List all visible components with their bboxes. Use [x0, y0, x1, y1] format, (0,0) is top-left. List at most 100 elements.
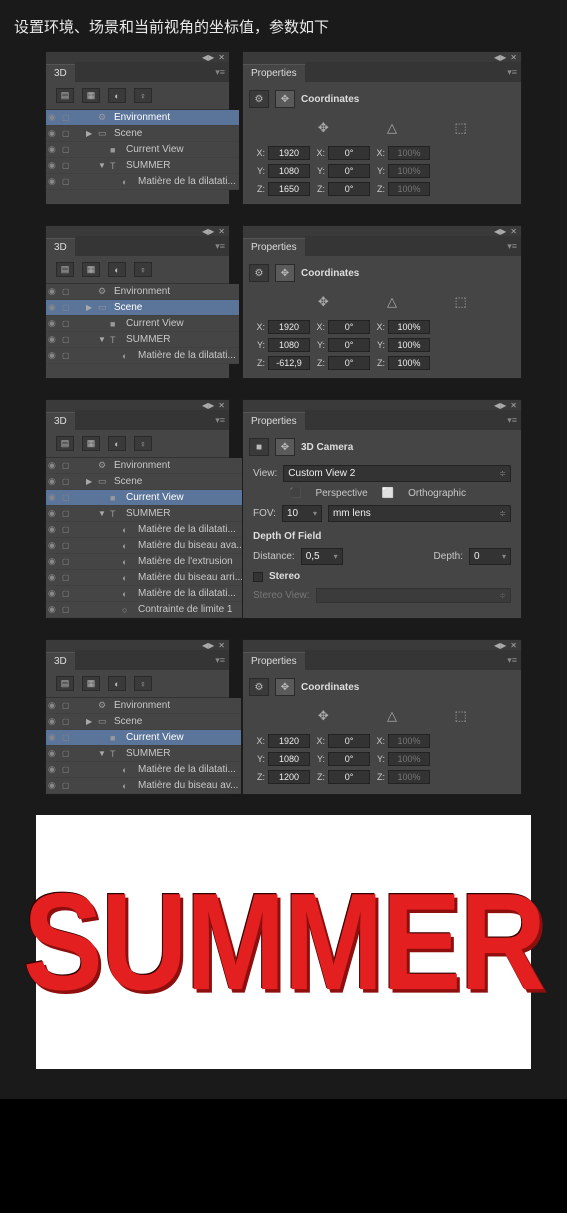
- close-icon[interactable]: ✕: [510, 401, 517, 410]
- filter-scene-btn[interactable]: ▤: [56, 262, 74, 277]
- rotation-field[interactable]: 0°: [328, 752, 370, 766]
- mesh-mode-btn[interactable]: ⚙: [249, 90, 269, 108]
- filter-material-btn[interactable]: ◐: [108, 676, 126, 691]
- camera-mode-btn[interactable]: ■: [249, 438, 269, 456]
- caret-icon[interactable]: ▶: [86, 717, 94, 726]
- rotation-field[interactable]: 0°: [328, 734, 370, 748]
- perspective-icon[interactable]: ⬛: [289, 488, 301, 499]
- visibility-icon[interactable]: ◉: [48, 540, 58, 551]
- caret-icon[interactable]: ▼: [98, 161, 106, 170]
- caret-icon[interactable]: ▶: [86, 477, 94, 486]
- target-icon[interactable]: ▢: [62, 749, 72, 758]
- rotation-field[interactable]: 0°: [328, 320, 370, 334]
- target-icon[interactable]: ▢: [62, 335, 72, 344]
- panel-menu[interactable]: ▾≡: [75, 62, 229, 82]
- filter-material-btn[interactable]: ◐: [108, 262, 126, 277]
- visibility-icon[interactable]: ◉: [48, 318, 58, 329]
- target-icon[interactable]: ▢: [62, 541, 72, 550]
- tree-item[interactable]: ◉ ▢ ▼ T SUMMER: [46, 332, 239, 348]
- filter-mesh-btn[interactable]: ▦: [82, 676, 100, 691]
- close-icon[interactable]: ✕: [218, 227, 225, 236]
- target-icon[interactable]: ▢: [62, 287, 72, 296]
- visibility-icon[interactable]: ◉: [48, 604, 58, 615]
- scale-field[interactable]: 100%: [388, 320, 430, 334]
- visibility-icon[interactable]: ◉: [48, 350, 58, 361]
- close-icon[interactable]: ✕: [510, 641, 517, 650]
- visibility-icon[interactable]: ◉: [48, 572, 58, 583]
- target-icon[interactable]: ▢: [62, 557, 72, 566]
- target-icon[interactable]: ▢: [62, 129, 72, 138]
- filter-light-btn[interactable]: ♀: [134, 88, 152, 103]
- target-icon[interactable]: ▢: [62, 477, 72, 486]
- target-icon[interactable]: ▢: [62, 161, 72, 170]
- stereo-checkbox[interactable]: [253, 572, 263, 582]
- scale-field[interactable]: 100%: [388, 338, 430, 352]
- tree-item[interactable]: ◉ ▢ ◐ Matière du biseau arri...: [46, 570, 248, 586]
- filter-scene-btn[interactable]: ▤: [56, 676, 74, 691]
- lens-select[interactable]: mm lens≑: [328, 505, 511, 522]
- target-icon[interactable]: ▢: [62, 145, 72, 154]
- visibility-icon[interactable]: ◉: [48, 780, 58, 791]
- panel-menu[interactable]: ▾≡: [75, 410, 229, 430]
- scale-icon[interactable]: ⬚: [449, 118, 473, 138]
- caret-icon[interactable]: ▼: [98, 335, 106, 344]
- collapse-icon[interactable]: ◀▶: [494, 53, 506, 62]
- tree-item[interactable]: ◉ ▢ ▶ ▭ Scene: [46, 126, 239, 142]
- tree-item[interactable]: ◉ ▢ ■ Current View: [46, 316, 239, 332]
- fov-field[interactable]: 10▾: [282, 505, 322, 522]
- caret-icon[interactable]: ▼: [98, 509, 106, 518]
- panel-menu[interactable]: ▾≡: [305, 62, 521, 82]
- visibility-icon[interactable]: ◉: [48, 112, 58, 123]
- move-icon[interactable]: ✥: [311, 118, 335, 138]
- tree-item[interactable]: ◉ ▢ ◐ Matière de la dilatati...: [46, 762, 241, 778]
- visibility-icon[interactable]: ◉: [48, 732, 58, 743]
- filter-material-btn[interactable]: ◐: [108, 436, 126, 451]
- scale-field[interactable]: 100%: [388, 356, 430, 370]
- panel-tab[interactable]: Properties: [243, 238, 305, 256]
- panel-tab[interactable]: Properties: [243, 652, 305, 670]
- target-icon[interactable]: ▢: [62, 573, 72, 582]
- tree-item[interactable]: ◉ ▢ ◐ Matière du biseau ava...: [46, 538, 248, 554]
- tree-item[interactable]: ◉ ▢ ■ Current View: [46, 730, 241, 746]
- orthographic-icon[interactable]: ⬜: [382, 488, 394, 499]
- target-icon[interactable]: ▢: [62, 351, 72, 360]
- collapse-icon[interactable]: ◀▶: [202, 401, 214, 410]
- panel-tab[interactable]: 3D: [46, 64, 75, 82]
- target-icon[interactable]: ▢: [62, 717, 72, 726]
- rotation-field[interactable]: 0°: [328, 164, 370, 178]
- target-icon[interactable]: ▢: [62, 701, 72, 710]
- panel-tab[interactable]: 3D: [46, 652, 75, 670]
- target-icon[interactable]: ▢: [62, 319, 72, 328]
- panel-menu[interactable]: ▾≡: [75, 650, 229, 670]
- position-field[interactable]: 1650: [268, 182, 310, 196]
- collapse-icon[interactable]: ◀▶: [494, 641, 506, 650]
- target-icon[interactable]: ▢: [62, 509, 72, 518]
- target-icon[interactable]: ▢: [62, 781, 72, 790]
- rotate-icon[interactable]: △: [380, 292, 404, 312]
- coord-mode-btn[interactable]: ✥: [275, 678, 295, 696]
- panel-menu[interactable]: ▾≡: [305, 236, 521, 256]
- visibility-icon[interactable]: ◉: [48, 588, 58, 599]
- mesh-mode-btn[interactable]: ⚙: [249, 678, 269, 696]
- view-select[interactable]: Custom View 2≑: [283, 465, 511, 482]
- rotation-field[interactable]: 0°: [328, 182, 370, 196]
- tree-item[interactable]: ◉ ▢ ⚙ Environment: [46, 458, 248, 474]
- visibility-icon[interactable]: ◉: [48, 460, 58, 471]
- rotate-icon[interactable]: △: [380, 118, 404, 138]
- tree-item[interactable]: ◉ ▢ ◐ Matière de la dilatati...: [46, 586, 248, 602]
- visibility-icon[interactable]: ◉: [48, 700, 58, 711]
- position-field[interactable]: 1920: [268, 734, 310, 748]
- position-field[interactable]: 1920: [268, 320, 310, 334]
- position-field[interactable]: -612,9: [268, 356, 310, 370]
- tree-item[interactable]: ◉ ▢ ◐ Matière du biseau av...: [46, 778, 241, 794]
- move-icon[interactable]: ✥: [311, 706, 335, 726]
- target-icon[interactable]: ▢: [62, 303, 72, 312]
- coord-mode-btn[interactable]: ✥: [275, 90, 295, 108]
- close-icon[interactable]: ✕: [510, 53, 517, 62]
- tree-item[interactable]: ◉ ▢ ▶ ▭ Scene: [46, 300, 239, 316]
- rotation-field[interactable]: 0°: [328, 770, 370, 784]
- perspective-label[interactable]: Perspective: [315, 488, 367, 499]
- visibility-icon[interactable]: ◉: [48, 508, 58, 519]
- panel-tab[interactable]: Properties: [243, 412, 305, 430]
- tree-item[interactable]: ◉ ▢ ⚙ Environment: [46, 284, 239, 300]
